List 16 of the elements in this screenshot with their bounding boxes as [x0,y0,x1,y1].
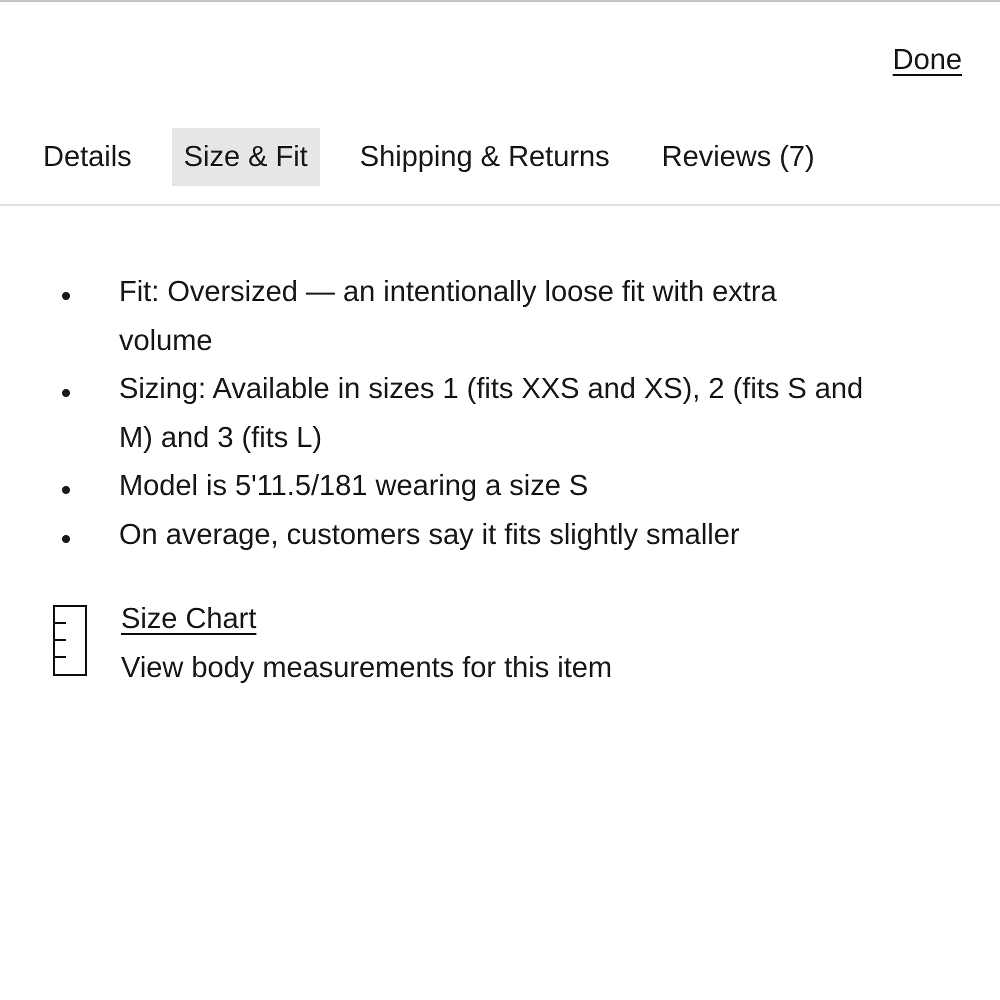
bullet-icon [62,292,70,300]
fit-note: On average, customers say it fits slightly smaller [119,518,740,552]
tab[interactable]: Shipping & Returns [348,128,622,186]
size-chart-link[interactable]: Size Chart [121,599,256,639]
ruler-icon [53,605,87,676]
fit-note: Sizing: Available in sizes 1 (fits XXS and XS), 2 (fits S and M) and 3 (fits L) [119,372,864,456]
bullet-icon [62,389,70,397]
done-link[interactable]: Done [892,42,962,88]
fit-note: Fit: Oversized — an intentionally loose fit with extra volume [119,275,778,358]
tab[interactable]: Size & Fit [172,128,320,186]
fit-note: Model is 5'11.5/181 wearing a size S [119,469,588,504]
tab[interactable]: Reviews (7) [650,128,827,186]
bullet-icon [62,486,70,494]
size-chart-description: View body measurements for this item [121,651,612,686]
bullet-icon [62,534,70,542]
tab[interactable]: Details [31,128,144,186]
